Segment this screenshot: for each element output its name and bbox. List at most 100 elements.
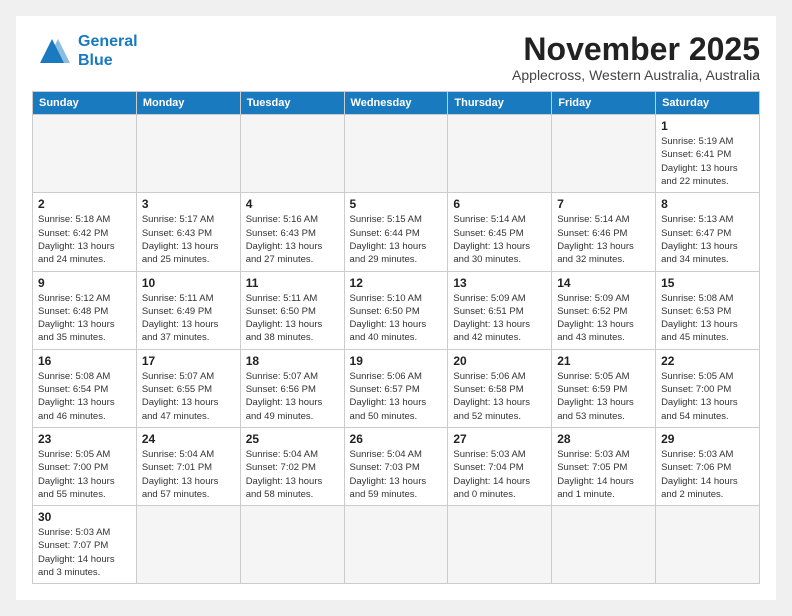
table-row: 11 Sunrise: 5:11 AM Sunset: 6:50 PM Dayli… bbox=[240, 271, 344, 349]
table-row: 24 Sunrise: 5:04 AM Sunset: 7:01 PM Dayli… bbox=[136, 427, 240, 505]
day-info: Sunrise: 5:14 AM Sunset: 6:46 PM Dayligh… bbox=[557, 213, 650, 266]
day-number: 1 bbox=[661, 119, 754, 133]
table-row: 28 Sunrise: 5:03 AM Sunset: 7:05 PM Dayli… bbox=[552, 427, 656, 505]
month-title: November 2025 bbox=[512, 32, 760, 67]
day-number: 9 bbox=[38, 276, 131, 290]
day-info: Sunrise: 5:09 AM Sunset: 6:51 PM Dayligh… bbox=[453, 292, 546, 345]
day-info: Sunrise: 5:11 AM Sunset: 6:50 PM Dayligh… bbox=[246, 292, 339, 345]
day-number: 22 bbox=[661, 354, 754, 368]
logo-general: General bbox=[78, 33, 138, 50]
day-number: 10 bbox=[142, 276, 235, 290]
table-row bbox=[344, 506, 448, 584]
table-row: 21Sunrise: 5:05 AM Sunset: 6:59 PM Dayli… bbox=[552, 349, 656, 427]
day-number: 15 bbox=[661, 276, 754, 290]
title-block: November 2025 Applecross, Western Austra… bbox=[512, 32, 760, 83]
day-info: Sunrise: 5:09 AM Sunset: 6:52 PM Dayligh… bbox=[557, 292, 650, 345]
page: General Blue November 2025 Applecross, W… bbox=[16, 16, 776, 600]
day-info: Sunrise: 5:15 AM Sunset: 6:44 PM Dayligh… bbox=[350, 213, 443, 266]
table-row bbox=[448, 506, 552, 584]
day-info: Sunrise: 5:07 AM Sunset: 6:56 PM Dayligh… bbox=[246, 370, 339, 423]
table-row bbox=[136, 506, 240, 584]
table-row: 9Sunrise: 5:12 AM Sunset: 6:48 PM Daylig… bbox=[33, 271, 137, 349]
table-row bbox=[552, 115, 656, 193]
subtitle: Applecross, Western Australia, Australia bbox=[512, 67, 760, 83]
day-number: 11 bbox=[246, 276, 339, 290]
day-number: 5 bbox=[350, 197, 443, 211]
day-number: 24 bbox=[142, 432, 235, 446]
weekday-row: Sunday Monday Tuesday Wednesday Thursday… bbox=[33, 92, 760, 115]
table-row bbox=[136, 115, 240, 193]
day-number: 4 bbox=[246, 197, 339, 211]
day-number: 29 bbox=[661, 432, 754, 446]
day-number: 16 bbox=[38, 354, 131, 368]
logo-icon bbox=[32, 35, 72, 67]
day-info: Sunrise: 5:03 AM Sunset: 7:06 PM Dayligh… bbox=[661, 448, 754, 501]
day-number: 13 bbox=[453, 276, 546, 290]
table-row: 23 Sunrise: 5:05 AM Sunset: 7:00 PM Dayli… bbox=[33, 427, 137, 505]
day-info: Sunrise: 5:05 AM Sunset: 7:00 PM Dayligh… bbox=[38, 448, 131, 501]
table-row: 10 Sunrise: 5:11 AM Sunset: 6:49 PM Dayli… bbox=[136, 271, 240, 349]
table-row bbox=[240, 115, 344, 193]
table-row: 6 Sunrise: 5:14 AM Sunset: 6:45 PM Daylig… bbox=[448, 193, 552, 271]
header-friday: Friday bbox=[552, 92, 656, 115]
table-row: 7Sunrise: 5:14 AM Sunset: 6:46 PM Daylig… bbox=[552, 193, 656, 271]
day-number: 25 bbox=[246, 432, 339, 446]
day-info: Sunrise: 5:10 AM Sunset: 6:50 PM Dayligh… bbox=[350, 292, 443, 345]
day-info: Sunrise: 5:04 AM Sunset: 7:02 PM Dayligh… bbox=[246, 448, 339, 501]
table-row: 8Sunrise: 5:13 AM Sunset: 6:47 PM Daylig… bbox=[656, 193, 760, 271]
day-number: 21 bbox=[557, 354, 650, 368]
day-info: Sunrise: 5:16 AM Sunset: 6:43 PM Dayligh… bbox=[246, 213, 339, 266]
table-row: 17Sunrise: 5:07 AM Sunset: 6:55 PM Dayli… bbox=[136, 349, 240, 427]
header-saturday: Saturday bbox=[656, 92, 760, 115]
table-row: 27Sunrise: 5:03 AM Sunset: 7:04 PM Dayli… bbox=[448, 427, 552, 505]
table-row: 22 Sunrise: 5:05 AM Sunset: 7:00 PM Dayli… bbox=[656, 349, 760, 427]
table-row: 14 Sunrise: 5:09 AM Sunset: 6:52 PM Dayli… bbox=[552, 271, 656, 349]
day-info: Sunrise: 5:11 AM Sunset: 6:49 PM Dayligh… bbox=[142, 292, 235, 345]
header: General Blue November 2025 Applecross, W… bbox=[32, 32, 760, 83]
table-row: 19 Sunrise: 5:06 AM Sunset: 6:57 PM Dayli… bbox=[344, 349, 448, 427]
day-info: Sunrise: 5:05 AM Sunset: 7:00 PM Dayligh… bbox=[661, 370, 754, 423]
day-info: Sunrise: 5:19 AM Sunset: 6:41 PM Dayligh… bbox=[661, 135, 754, 188]
table-row: 4 Sunrise: 5:16 AM Sunset: 6:43 PM Daylig… bbox=[240, 193, 344, 271]
logo-text: General Blue bbox=[78, 32, 138, 70]
day-info: Sunrise: 5:13 AM Sunset: 6:47 PM Dayligh… bbox=[661, 213, 754, 266]
day-info: Sunrise: 5:06 AM Sunset: 6:57 PM Dayligh… bbox=[350, 370, 443, 423]
day-info: Sunrise: 5:04 AM Sunset: 7:03 PM Dayligh… bbox=[350, 448, 443, 501]
header-tuesday: Tuesday bbox=[240, 92, 344, 115]
day-info: Sunrise: 5:03 AM Sunset: 7:05 PM Dayligh… bbox=[557, 448, 650, 501]
day-info: Sunrise: 5:18 AM Sunset: 6:42 PM Dayligh… bbox=[38, 213, 131, 266]
table-row: 13 Sunrise: 5:09 AM Sunset: 6:51 PM Dayli… bbox=[448, 271, 552, 349]
table-row: 3Sunrise: 5:17 AM Sunset: 6:43 PM Daylig… bbox=[136, 193, 240, 271]
table-row: 12Sunrise: 5:10 AM Sunset: 6:50 PM Dayli… bbox=[344, 271, 448, 349]
day-number: 17 bbox=[142, 354, 235, 368]
day-info: Sunrise: 5:08 AM Sunset: 6:54 PM Dayligh… bbox=[38, 370, 131, 423]
table-row: 2 Sunrise: 5:18 AM Sunset: 6:42 PM Daylig… bbox=[33, 193, 137, 271]
table-row: 15 Sunrise: 5:08 AM Sunset: 6:53 PM Dayli… bbox=[656, 271, 760, 349]
calendar-header: Sunday Monday Tuesday Wednesday Thursday… bbox=[33, 92, 760, 115]
day-info: Sunrise: 5:08 AM Sunset: 6:53 PM Dayligh… bbox=[661, 292, 754, 345]
calendar-table: Sunday Monday Tuesday Wednesday Thursday… bbox=[32, 91, 760, 584]
day-number: 20 bbox=[453, 354, 546, 368]
table-row bbox=[552, 506, 656, 584]
day-info: Sunrise: 5:04 AM Sunset: 7:01 PM Dayligh… bbox=[142, 448, 235, 501]
day-number: 18 bbox=[246, 354, 339, 368]
table-row bbox=[33, 115, 137, 193]
day-number: 23 bbox=[38, 432, 131, 446]
table-row bbox=[344, 115, 448, 193]
table-row: 26Sunrise: 5:04 AM Sunset: 7:03 PM Dayli… bbox=[344, 427, 448, 505]
day-number: 2 bbox=[38, 197, 131, 211]
day-number: 28 bbox=[557, 432, 650, 446]
table-row: 20Sunrise: 5:06 AM Sunset: 6:58 PM Dayli… bbox=[448, 349, 552, 427]
day-number: 19 bbox=[350, 354, 443, 368]
table-row: 5 Sunrise: 5:15 AM Sunset: 6:44 PM Daylig… bbox=[344, 193, 448, 271]
day-number: 6 bbox=[453, 197, 546, 211]
day-number: 27 bbox=[453, 432, 546, 446]
day-info: Sunrise: 5:14 AM Sunset: 6:45 PM Dayligh… bbox=[453, 213, 546, 266]
logo-blue: Blue bbox=[78, 52, 113, 69]
table-row: 18 Sunrise: 5:07 AM Sunset: 6:56 PM Dayli… bbox=[240, 349, 344, 427]
header-monday: Monday bbox=[136, 92, 240, 115]
day-number: 30 bbox=[38, 510, 131, 524]
day-number: 14 bbox=[557, 276, 650, 290]
logo: General Blue bbox=[32, 32, 138, 70]
table-row bbox=[656, 506, 760, 584]
